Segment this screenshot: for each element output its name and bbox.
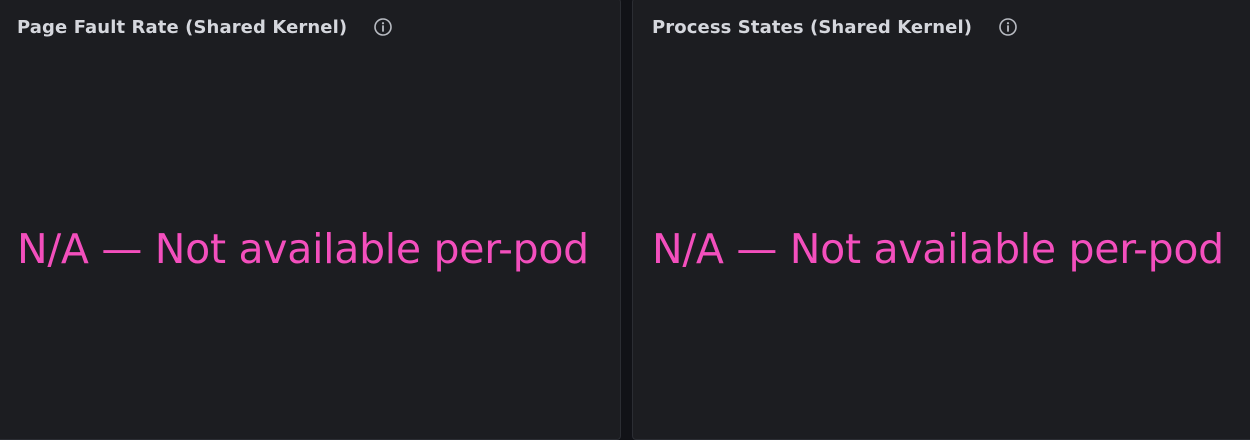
stat-value: N/A — Not available per-pod	[17, 225, 589, 273]
panel-title: Page Fault Rate (Shared Kernel)	[17, 16, 348, 38]
stat-value: N/A — Not available per-pod	[652, 225, 1224, 273]
info-circle-icon[interactable]	[998, 17, 1018, 37]
panel-header[interactable]: Page Fault Rate (Shared Kernel)	[17, 13, 600, 41]
panel-title: Process States (Shared Kernel)	[652, 16, 973, 38]
panel-header[interactable]: Process States (Shared Kernel)	[652, 13, 1237, 41]
panel-process-states[interactable]: Process States (Shared Kernel) N/A — Not…	[632, 0, 1250, 440]
info-circle-icon[interactable]	[373, 17, 393, 37]
panel-page-fault-rate[interactable]: Page Fault Rate (Shared Kernel) N/A — No…	[0, 0, 621, 440]
